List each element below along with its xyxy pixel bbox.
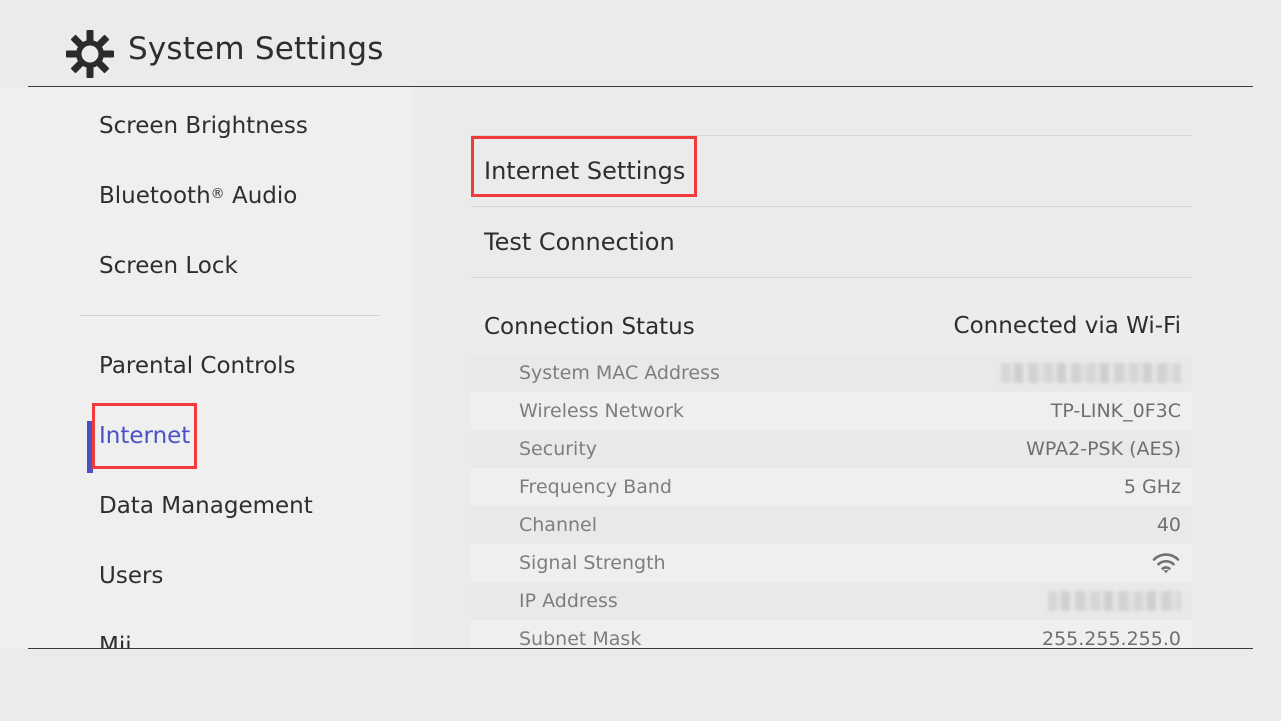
sidebar-item-label: Users [99,563,163,589]
table-row: System MAC Address [471,354,1192,392]
scrollbar-track[interactable] [1262,92,1267,643]
sidebar-item-label: Mii [99,633,132,648]
row-label: Signal Strength [519,552,666,574]
row-value: 5 GHz [1124,476,1181,498]
sidebar-item-label: Internet [99,423,190,449]
row-value: 40 [1157,514,1181,536]
row-label: System MAC Address [519,362,720,384]
connection-status-block: Connection Status Connected via Wi-Fi Sy… [471,300,1192,648]
sidebar-item-mii[interactable]: Mii [0,620,412,648]
table-row: Channel 40 [471,506,1192,544]
menu-item-label: Test Connection [484,228,675,256]
table-row: Frequency Band 5 GHz [471,468,1192,506]
sidebar-item-parental-controls[interactable]: Parental Controls [0,340,412,392]
sidebar-divider [80,315,380,316]
row-label: Subnet Mask [519,628,641,648]
table-row: Subnet Mask 255.255.255.0 [471,620,1192,648]
row-value: TP-LINK_0F3C [1051,400,1181,422]
row-label: Security [519,438,597,460]
app-header: System Settings [0,0,1281,86]
row-label: Wireless Network [519,400,684,422]
sidebar-item-users[interactable]: Users [0,550,412,602]
menu-divider-bottom [471,277,1192,278]
sidebar-item-screen-lock[interactable]: Screen Lock [0,240,412,292]
menu-item-test-connection[interactable]: Test Connection [471,207,1192,277]
sidebar-item-label: Data Management [99,493,313,519]
sidebar-item-label: Parental Controls [99,353,296,379]
connection-status-header: Connection Status Connected via Wi-Fi [471,300,1192,354]
row-value-redacted [1048,591,1181,611]
sidebar-item-internet[interactable]: Internet [0,410,412,462]
table-row: Signal Strength [471,544,1192,582]
selected-indicator-bar [87,421,93,473]
row-label: Channel [519,514,597,536]
content-area: Screen Brightness Bluetooth® Audio Scree… [0,87,1281,648]
connection-status-value: Connected via Wi-Fi [954,313,1181,339]
sidebar-item-label: Screen Lock [99,253,238,279]
sidebar-item-data-management[interactable]: Data Management [0,480,412,532]
menu-item-internet-settings[interactable]: Internet Settings [471,136,1192,206]
sidebar-item-bluetooth-audio[interactable]: Bluetooth® Audio [0,170,412,222]
table-row: Security WPA2-PSK (AES) [471,430,1192,468]
sidebar-item-screen-brightness[interactable]: Screen Brightness [0,100,412,152]
system-settings-screen: System Settings Screen Brightness Blueto… [0,0,1281,721]
gear-icon [65,29,115,79]
menu-item-label: Internet Settings [484,157,685,185]
wifi-signal-icon [1151,550,1181,576]
row-value: 255.255.255.0 [1042,628,1181,648]
connection-status-label: Connection Status [484,314,695,340]
page-title: System Settings [128,31,384,67]
table-row: Wireless Network TP-LINK_0F3C [471,392,1192,430]
row-value: WPA2-PSK (AES) [1026,438,1181,460]
sidebar-item-label: Screen Brightness [99,113,308,139]
table-row: IP Address [471,582,1192,620]
row-label: IP Address [519,590,618,612]
bottom-bar: B Back A OK [0,649,1281,721]
row-value-redacted [1001,363,1181,383]
internet-settings-pane: Internet Settings Test Connection Connec… [412,87,1281,648]
sidebar-item-label: Bluetooth® Audio [99,183,297,209]
row-label: Frequency Band [519,476,672,498]
settings-sidebar: Screen Brightness Bluetooth® Audio Scree… [0,87,412,648]
